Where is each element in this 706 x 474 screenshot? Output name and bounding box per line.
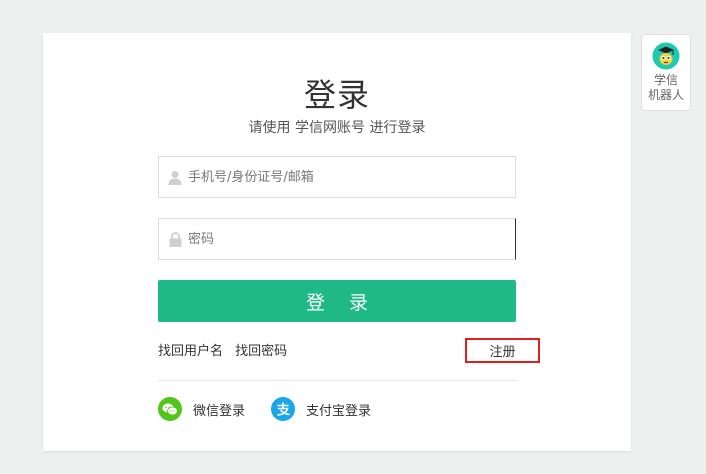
username-input[interactable] xyxy=(188,157,515,197)
password-input[interactable] xyxy=(188,219,515,259)
password-field[interactable] xyxy=(158,218,516,260)
wechat-icon xyxy=(158,397,182,421)
username-field[interactable] xyxy=(158,156,516,198)
forgot-password-link[interactable]: 找回密码 xyxy=(235,344,287,359)
login-button[interactable]: 登 录 xyxy=(158,280,516,322)
user-icon xyxy=(168,169,182,185)
robot-avatar-icon xyxy=(652,42,680,70)
alipay-login-label: 支付宝登录 xyxy=(306,403,372,419)
register-link[interactable]: 注册 xyxy=(465,338,540,363)
wechat-login-button[interactable]: 微信登录 xyxy=(158,397,245,421)
forgot-username-link[interactable]: 找回用户名 xyxy=(158,344,223,359)
divider xyxy=(158,380,516,381)
login-card: 登录 请使用 学信网账号 进行登录 登 录 找回用户名 找回密码 注册 xyxy=(43,33,631,451)
login-subtitle: 请使用 学信网账号 进行登录 xyxy=(248,120,426,136)
robot-label: 学信 机器人 xyxy=(647,73,684,102)
recovery-links: 找回用户名 找回密码 xyxy=(158,340,295,359)
alipay-login-button[interactable]: 支付宝登录 xyxy=(271,397,371,421)
robot-assistant-button[interactable]: 学信 机器人 xyxy=(641,34,691,111)
lock-icon xyxy=(168,231,182,247)
alipay-icon xyxy=(271,397,295,421)
wechat-login-label: 微信登录 xyxy=(193,403,246,419)
page-title: 登录 xyxy=(303,76,370,114)
